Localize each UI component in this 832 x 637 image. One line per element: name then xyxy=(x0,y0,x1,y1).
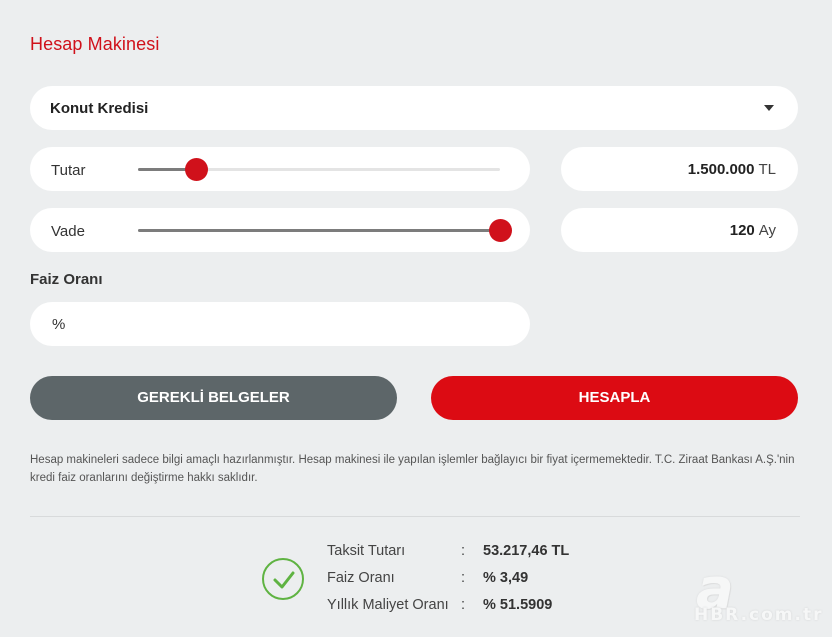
amount-value: 1.500.000 xyxy=(687,161,755,178)
result-label: Taksit Tutarı xyxy=(327,543,406,559)
amount-value-field[interactable]: 1.500.000 TL xyxy=(561,147,798,191)
term-slider-thumb[interactable] xyxy=(489,219,512,242)
loan-type-value: Konut Kredisi xyxy=(50,100,149,117)
result-label: Faiz Oranı xyxy=(327,570,395,586)
term-slider-fill xyxy=(138,229,500,232)
calculate-button[interactable]: HESAPLA xyxy=(431,376,798,420)
result-value: % 51.5909 xyxy=(483,597,553,613)
result-value: 53.217,46 TL xyxy=(483,543,570,559)
interest-rate-input[interactable] xyxy=(30,302,530,346)
term-value-field[interactable]: 120 Ay xyxy=(561,208,798,252)
amount-slider-track[interactable] xyxy=(138,158,500,181)
required-documents-button[interactable]: GEREKLİ BELGELER xyxy=(30,376,397,420)
calculator-title: Hesap Makinesi xyxy=(30,34,160,54)
term-slider-row: Vade xyxy=(30,208,530,252)
divider xyxy=(30,516,800,517)
term-label: Vade xyxy=(51,223,85,240)
result-separator: : xyxy=(461,570,466,586)
interest-rate-label: Faiz Oranı xyxy=(30,271,103,288)
result-value: % 3,49 xyxy=(483,570,529,586)
result-label: Yıllık Maliyet Oranı xyxy=(327,597,449,613)
result-separator: : xyxy=(461,543,466,559)
check-circle-icon xyxy=(262,558,304,600)
loan-type-select[interactable]: Konut Kredisi xyxy=(30,86,798,130)
amount-slider-row: Tutar xyxy=(30,147,530,191)
watermark-text: HBR.com.tr xyxy=(694,605,824,625)
caret-down-icon xyxy=(764,105,774,111)
term-slider-track[interactable] xyxy=(138,219,512,242)
disclaimer-text: Hesap makineleri sadece bilgi amaçlı haz… xyxy=(30,454,795,484)
watermark-logo: a HBR.com.tr xyxy=(690,557,830,627)
amount-unit: TL xyxy=(758,161,776,178)
result-separator: : xyxy=(461,597,466,613)
term-value: 120 xyxy=(729,222,755,239)
term-unit: Ay xyxy=(758,222,776,239)
amount-label: Tutar xyxy=(51,162,86,179)
amount-slider-thumb[interactable] xyxy=(184,158,208,181)
